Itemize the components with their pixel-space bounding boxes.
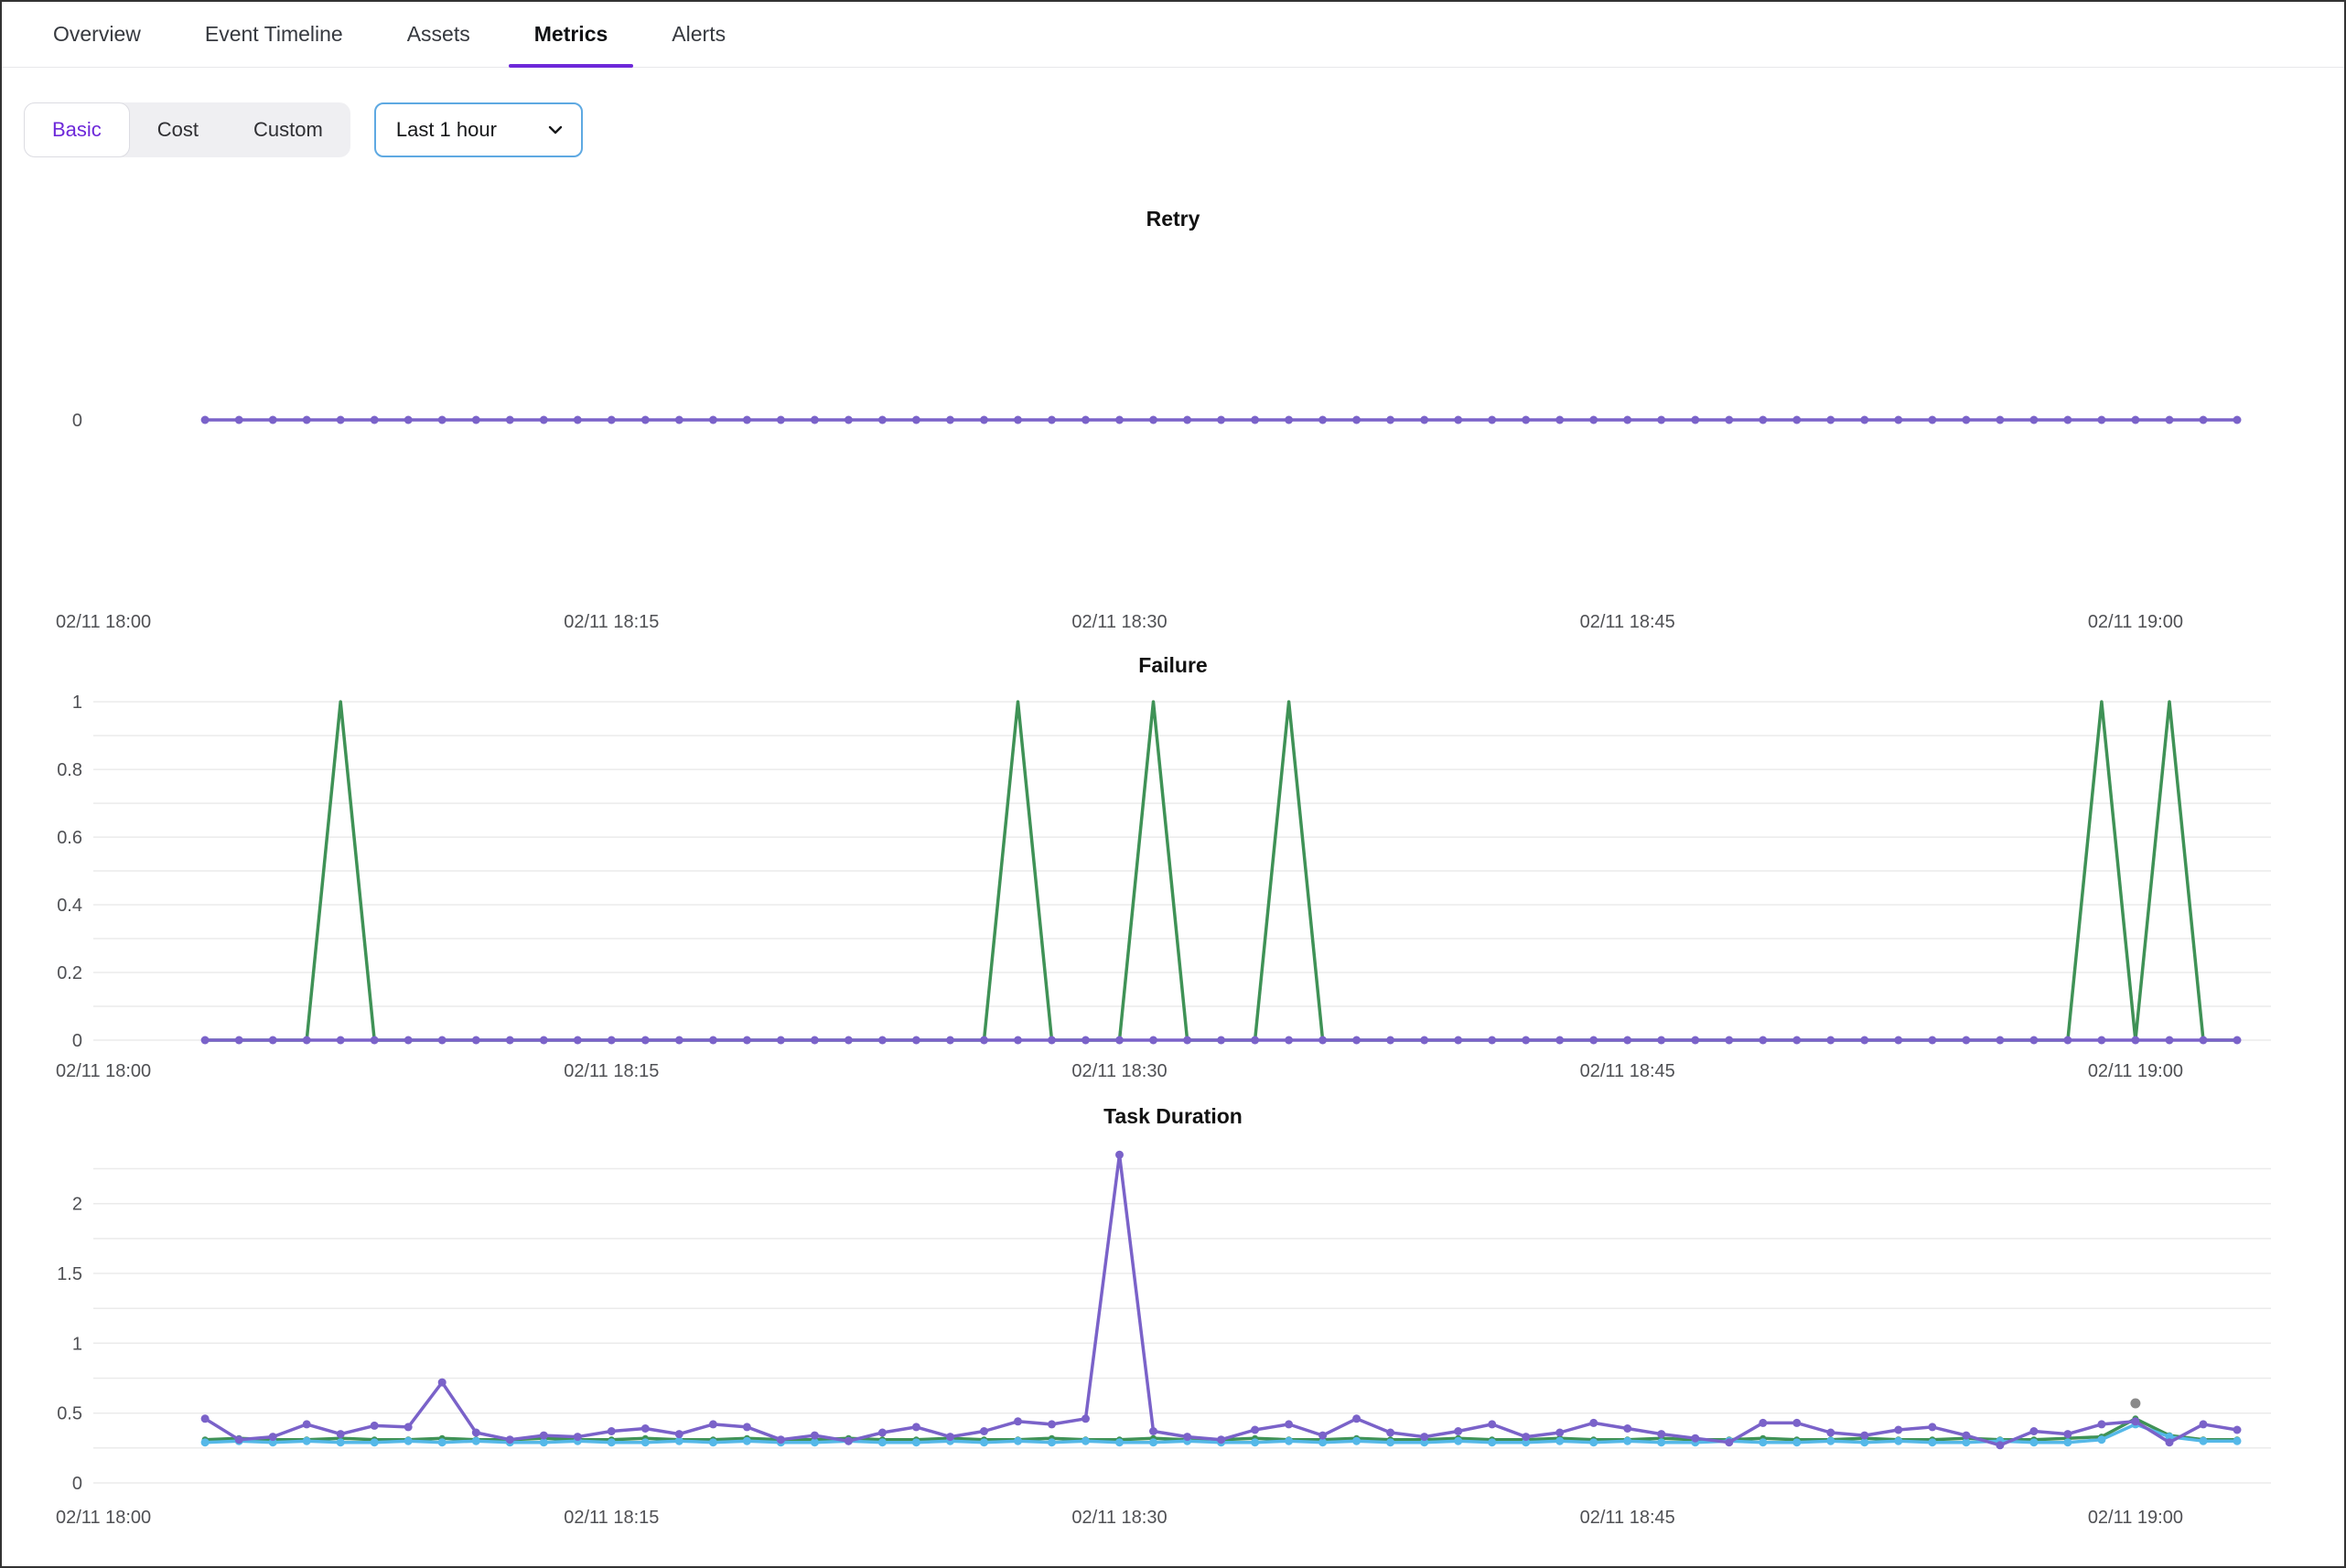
retry-chart-title: Retry [2, 203, 2344, 234]
retry-chart-section: Retry 0 02/11 18:00 02/11 18:15 02/11 18:30… [2, 203, 2344, 637]
segment-basic[interactable]: Basic [24, 102, 130, 157]
failure-chart-title: Failure [2, 650, 2344, 681]
svg-text:02/11 18:30: 02/11 18:30 [1071, 612, 1167, 632]
svg-text:02/11 18:15: 02/11 18:15 [564, 612, 659, 632]
segment-cost[interactable]: Cost [130, 102, 226, 157]
time-range-value: Last 1 hour [396, 118, 497, 142]
tab-bar: Overview Event Timeline Assets Metrics A… [2, 2, 2344, 68]
svg-text:0: 0 [72, 1474, 82, 1494]
svg-text:1: 1 [72, 693, 82, 713]
metrics-page: { "tabs": { "items": [ {"label": "Overvi… [0, 0, 2346, 1568]
svg-text:02/11 18:45: 02/11 18:45 [1580, 612, 1675, 632]
svg-text:2: 2 [72, 1195, 82, 1215]
metrics-controls: Basic Cost Custom Last 1 hour [24, 102, 2344, 157]
failure-chart-section: Failure 0 0.2 0.4 0.6 0.8 1 02/11 18:00 02/11 1… [2, 650, 2344, 1088]
svg-text:02/11 18:00: 02/11 18:00 [56, 1061, 151, 1081]
svg-text:0.4: 0.4 [57, 896, 82, 916]
svg-text:0.5: 0.5 [57, 1404, 82, 1424]
tab-assets[interactable]: Assets [382, 2, 496, 67]
svg-text:02/11 19:00: 02/11 19:00 [2088, 1061, 2183, 1081]
svg-text:0.2: 0.2 [57, 963, 82, 983]
svg-text:0: 0 [72, 411, 82, 431]
svg-text:02/11 18:00: 02/11 18:00 [56, 612, 151, 632]
tab-event-timeline[interactable]: Event Timeline [179, 2, 369, 67]
svg-text:02/11 18:30: 02/11 18:30 [1071, 1508, 1167, 1528]
time-range-select[interactable]: Last 1 hour [374, 102, 583, 157]
svg-text:02/11 19:00: 02/11 19:00 [2088, 612, 2183, 632]
svg-text:02/11 18:00: 02/11 18:00 [56, 1508, 151, 1528]
tab-overview[interactable]: Overview [27, 2, 167, 67]
svg-text:02/11 19:00: 02/11 19:00 [2088, 1508, 2183, 1528]
svg-text:02/11 18:15: 02/11 18:15 [564, 1061, 659, 1081]
svg-text:0.8: 0.8 [57, 760, 82, 780]
task-duration-chart[interactable]: 0 0.5 1 1.5 2 02/11 18:00 02/11 18:15 02/11 18:… [2, 1132, 2346, 1543]
failure-chart[interactable]: 0 0.2 0.4 0.6 0.8 1 02/11 18:00 02/11 18:15 02/1… [2, 681, 2346, 1088]
svg-text:02/11 18:45: 02/11 18:45 [1580, 1508, 1675, 1528]
svg-text:0.6: 0.6 [57, 828, 82, 848]
svg-text:02/11 18:45: 02/11 18:45 [1580, 1061, 1675, 1081]
svg-text:1.5: 1.5 [57, 1264, 82, 1284]
retry-chart[interactable]: 0 02/11 18:00 02/11 18:15 02/11 18:30 02/11 … [2, 234, 2346, 637]
svg-text:02/11 18:15: 02/11 18:15 [564, 1508, 659, 1528]
chevron-down-icon [544, 119, 566, 141]
svg-text:0: 0 [72, 1031, 82, 1051]
tab-metrics[interactable]: Metrics [509, 2, 634, 67]
metrics-view-segmented-control: Basic Cost Custom [24, 102, 350, 157]
tab-alerts[interactable]: Alerts [646, 2, 751, 67]
task-duration-chart-section: Task Duration 0 0.5 1 1.5 2 02/11 18:00 02/11 … [2, 1101, 2344, 1543]
svg-text:02/11 18:30: 02/11 18:30 [1071, 1061, 1167, 1081]
task-duration-chart-title: Task Duration [2, 1101, 2344, 1132]
segment-custom[interactable]: Custom [226, 102, 350, 157]
svg-text:1: 1 [72, 1334, 82, 1354]
